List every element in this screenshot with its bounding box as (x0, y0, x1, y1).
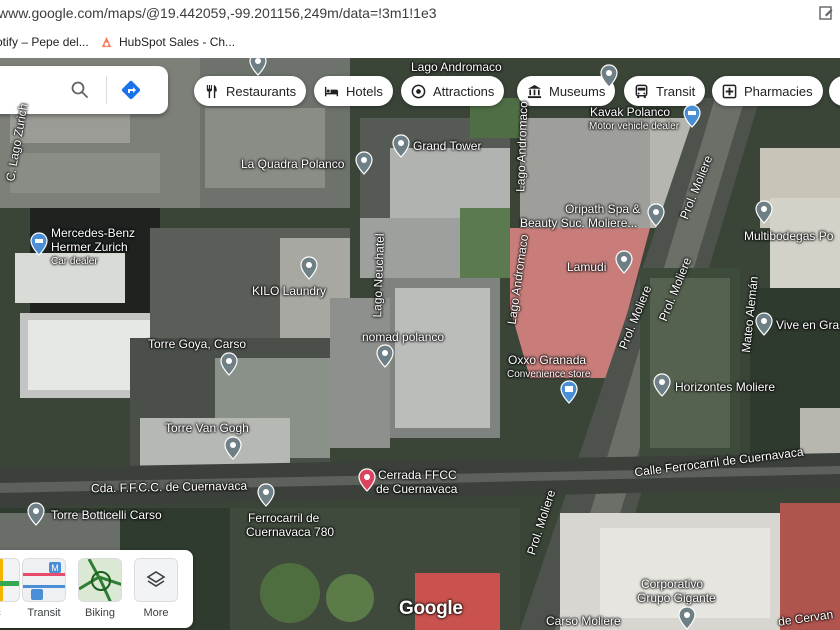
fork-knife-icon (206, 84, 217, 98)
layer-transit[interactable]: M Transit (22, 558, 66, 619)
place-pin-icon[interactable] (653, 373, 671, 397)
place-pin-icon[interactable] (257, 483, 275, 507)
place-label[interactable]: Oxxo Granada (508, 354, 586, 367)
place-pin-icon[interactable] (355, 151, 373, 175)
chip-pharmacies[interactable]: Pharmacies (712, 76, 823, 106)
bookmarks-bar: otify – Pepe del... HubSpot Sales - Ch..… (0, 28, 840, 59)
satellite-map[interactable]: Restaurants Hotels Attractions Museums T… (0, 58, 840, 630)
place-label[interactable]: nomad polanco (362, 331, 444, 344)
place-pin-icon[interactable] (755, 200, 773, 224)
chip-label: Transit (656, 83, 696, 99)
dropped-pin-icon[interactable] (358, 468, 376, 492)
chip-transit[interactable]: Transit (624, 76, 706, 106)
place-label[interactable]: Horizontes Moliere (675, 381, 775, 394)
place-pin-icon[interactable] (224, 436, 242, 460)
place-pin-icon[interactable] (300, 256, 318, 280)
edit-icon[interactable] (818, 5, 834, 21)
place-pin-icon[interactable] (376, 344, 394, 368)
bed-icon (324, 86, 339, 96)
museum-icon (527, 84, 542, 98)
bookmark-hubspot[interactable]: HubSpot Sales - Ch... (100, 35, 235, 49)
place-label[interactable]: KILO Laundry (252, 285, 326, 298)
place-category: Motor vehicle dealer (589, 121, 680, 132)
layer-label: More (143, 607, 169, 619)
store-pin-icon[interactable] (560, 380, 578, 404)
layer-biking[interactable]: Biking (78, 558, 122, 619)
layer-more[interactable]: More (134, 558, 178, 619)
place-category: Car dealer (51, 256, 98, 267)
hubspot-icon (101, 36, 112, 47)
place-label[interactable]: La Quadra Polanco (241, 158, 344, 171)
search-icon[interactable] (70, 80, 90, 100)
place-label[interactable]: Lago Andromaco (411, 61, 502, 74)
place-label[interactable]: Vive en Gra (776, 319, 839, 332)
place-pin-icon[interactable] (615, 250, 633, 274)
chip-attractions[interactable]: Attractions (401, 76, 505, 106)
place-pin-icon[interactable] (27, 502, 45, 526)
google-logo: Google (399, 598, 463, 619)
place-label[interactable]: de Cuernavaca (376, 483, 457, 496)
place-pin-icon[interactable] (600, 64, 618, 88)
chip-hotels[interactable]: Hotels (314, 76, 393, 106)
place-label[interactable]: Grupo Gigante (637, 592, 716, 605)
place-pin-icon[interactable] (647, 203, 665, 227)
pharmacy-icon (722, 84, 737, 98)
place-category: Convenience store (507, 369, 591, 380)
place-label[interactable]: Ferrocarril de (248, 512, 319, 525)
place-label[interactable]: Lamudi (567, 261, 606, 274)
camera-icon (411, 84, 426, 98)
place-label[interactable]: Cerrada FFCC (378, 469, 457, 482)
traffic-layer-icon (0, 558, 20, 602)
place-pin-icon[interactable] (249, 58, 267, 76)
place-pin-icon[interactable] (392, 134, 410, 158)
road-label: Cda. F.F.C.C. de Cuernavaca (90, 478, 248, 496)
place-label[interactable]: Hermer Zurich (51, 241, 128, 254)
place-label[interactable]: Torre Goya, Carso (148, 338, 246, 351)
place-label[interactable]: Multibodegas Po (744, 230, 833, 243)
layers-icon (134, 558, 178, 602)
place-label[interactable]: Mercedes-Benz (51, 227, 135, 240)
url-text[interactable]: www.google.com/maps/@19.442059,-99.20115… (0, 5, 437, 21)
bookmark-spotify[interactable]: otify – Pepe del... (0, 35, 89, 49)
map-layers-panel: c M Transit Bikin (0, 550, 193, 628)
place-label[interactable]: Corporativo (641, 578, 703, 591)
bookmark-label: otify – Pepe del... (0, 35, 89, 49)
place-label[interactable]: Oripath Spa & (565, 203, 640, 216)
bus-icon (635, 84, 648, 98)
place-pin-icon[interactable] (755, 312, 773, 336)
chip-label: Museums (549, 83, 606, 99)
chip-restaurants[interactable]: Restaurants (194, 76, 307, 106)
place-label[interactable]: Beauty Suc. Moliere... (520, 217, 637, 230)
layer-traffic[interactable]: c (0, 558, 20, 619)
car-dealer-pin-icon[interactable] (683, 104, 701, 128)
place-label[interactable]: Cuernavaca 780 (246, 526, 334, 539)
browser-address-bar[interactable]: www.google.com/maps/@19.442059,-99.20115… (0, 0, 840, 29)
search-divider (106, 76, 107, 104)
layer-label: c (0, 607, 20, 619)
layer-label: Transit (27, 607, 61, 619)
chip-label: Hotels (346, 83, 383, 99)
car-dealer-pin-icon[interactable] (30, 232, 48, 256)
directions-icon[interactable] (120, 79, 142, 101)
place-label[interactable]: Grand Tower (413, 140, 481, 153)
place-label[interactable]: Carso Moliere (546, 615, 621, 628)
place-label[interactable]: Torre Botticelli Carso (51, 509, 162, 522)
chip-label: Restaurants (226, 83, 297, 99)
transit-layer-icon: M (22, 558, 66, 602)
svg-text:M: M (51, 563, 59, 573)
chip-label: Attractions (433, 83, 495, 99)
place-pin-icon[interactable] (678, 606, 696, 630)
biking-layer-icon (78, 558, 122, 602)
place-label[interactable]: Torre Van Gogh (165, 422, 249, 435)
place-label[interactable]: Kavak Polanco (590, 106, 670, 119)
layer-label: Biking (85, 607, 115, 619)
chip-label: Pharmacies (744, 83, 813, 99)
bookmark-label: HubSpot Sales - Ch... (119, 35, 236, 49)
place-pin-icon[interactable] (220, 352, 238, 376)
